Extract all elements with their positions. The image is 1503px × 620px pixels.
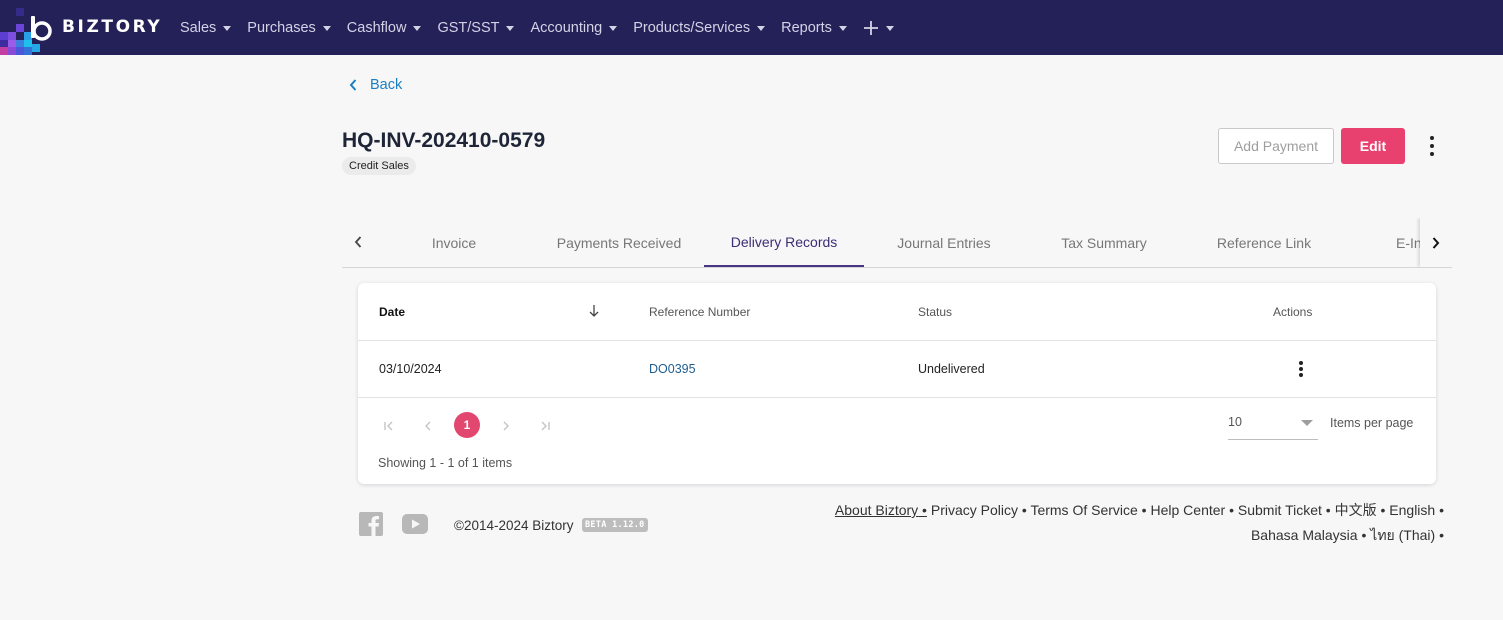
nav-label: Cashflow — [346, 19, 407, 36]
brand-name: BIZTORY — [62, 17, 163, 37]
nav-purchases[interactable]: Purchases — [239, 0, 339, 55]
document-tabs: Invoice Payments Received Delivery Recor… — [342, 218, 1452, 268]
nav-quick-add[interactable] — [855, 0, 902, 55]
row-reference-link[interactable]: DO0395 — [649, 362, 696, 376]
nav-label: GST/SST — [437, 19, 500, 36]
footer-link-privacy[interactable]: Privacy Policy — [931, 502, 1018, 518]
document-type-badge: Credit Sales — [342, 157, 416, 175]
current-page-button[interactable]: 1 — [454, 412, 480, 438]
caret-down-icon — [223, 26, 232, 31]
caret-down-icon — [609, 26, 618, 31]
delivery-records-card: Date Reference Number Status Actions 03/… — [358, 283, 1436, 484]
add-payment-button[interactable]: Add Payment — [1218, 128, 1334, 164]
row-actions-icon[interactable] — [1298, 361, 1304, 377]
caret-down-icon — [322, 26, 331, 31]
showing-items-text: Showing 1 - 1 of 1 items — [378, 456, 513, 470]
page-title: HQ-INV-202410-0579 — [342, 129, 546, 152]
chevron-left-icon — [349, 79, 357, 91]
biztory-logo[interactable]: BIZTORY — [0, 0, 170, 55]
tab-scroll-left-button[interactable] — [342, 218, 374, 266]
tab-delivery-records[interactable]: Delivery Records — [704, 218, 864, 267]
edit-button[interactable]: Edit — [1341, 128, 1405, 164]
footer-links: About Biztory • Privacy Policy • Terms O… — [834, 502, 1444, 543]
dropdown-arrow-icon — [1301, 420, 1313, 426]
youtube-icon[interactable] — [402, 514, 428, 534]
tab-journal-entries[interactable]: Journal Entries — [864, 218, 1024, 267]
footer-link-terms[interactable]: Terms Of Service — [1030, 502, 1137, 518]
chevron-left-icon — [354, 236, 362, 248]
more-options-icon[interactable] — [1424, 136, 1440, 156]
next-page-icon[interactable] — [493, 413, 519, 439]
nav-label: Sales — [180, 19, 217, 36]
caret-down-icon — [506, 26, 515, 31]
previous-page-icon[interactable] — [415, 413, 441, 439]
nav-label: Reports — [781, 19, 832, 36]
logo-mark-icon — [31, 16, 52, 41]
nav-label: Purchases — [247, 19, 316, 36]
footer-link-chinese[interactable]: 中文版 — [1335, 502, 1377, 518]
row-date: 03/10/2024 — [379, 362, 442, 376]
nav-accounting[interactable]: Accounting — [522, 0, 625, 55]
footer-link-english[interactable]: English — [1389, 502, 1435, 518]
column-reference-number: Reference Number — [649, 305, 751, 319]
chevron-right-icon — [1432, 236, 1440, 249]
footer-link-help-center[interactable]: Help Center — [1150, 502, 1225, 518]
first-page-icon[interactable] — [376, 413, 402, 439]
back-label: Back — [370, 77, 403, 93]
column-actions: Actions — [1273, 305, 1313, 319]
plus-icon — [863, 20, 878, 35]
version-badge: BETA 1.12.0 — [582, 518, 648, 532]
back-link[interactable]: Back — [348, 77, 402, 93]
page-size-select[interactable]: 10 — [1228, 414, 1318, 440]
last-page-icon[interactable] — [532, 413, 558, 439]
nav-cashflow[interactable]: Cashflow — [339, 0, 430, 55]
pagination: 1 10 Items per page Showing 1 - 1 of 1 i… — [358, 399, 1436, 484]
items-per-page-label: Items per page — [1330, 416, 1414, 430]
nav-reports[interactable]: Reports — [773, 0, 855, 55]
nav-gst-sst[interactable]: GST/SST — [429, 0, 522, 55]
tab-reference-link[interactable]: Reference Link — [1184, 218, 1344, 267]
nav-label: Accounting — [530, 19, 603, 36]
nav-sales[interactable]: Sales — [172, 0, 239, 55]
tab-tax-summary[interactable]: Tax Summary — [1024, 218, 1184, 267]
footer-link-submit-ticket[interactable]: Submit Ticket — [1238, 502, 1322, 518]
caret-down-icon — [757, 26, 766, 31]
tab-scroll-right-button[interactable] — [1420, 218, 1452, 267]
page-size-value: 10 — [1228, 415, 1242, 429]
caret-down-icon — [838, 26, 847, 31]
footer-link-thai[interactable]: ไทย (Thai) — [1370, 527, 1435, 543]
table-row: 03/10/2024 DO0395 Undelivered — [358, 341, 1436, 398]
tab-invoice[interactable]: Invoice — [374, 218, 534, 267]
nav-products-services[interactable]: Products/Services — [625, 0, 773, 55]
footer-link-about[interactable]: About Biztory • — [835, 502, 927, 518]
sort-descending-icon[interactable] — [589, 304, 599, 318]
column-date[interactable]: Date — [379, 305, 405, 319]
caret-down-icon — [413, 26, 422, 31]
footer-link-malay[interactable]: Bahasa Malaysia — [1251, 527, 1358, 543]
caret-down-icon — [885, 26, 894, 31]
tab-strip: Invoice Payments Received Delivery Recor… — [374, 218, 1420, 267]
nav-label: Products/Services — [633, 19, 751, 36]
column-status: Status — [918, 305, 953, 319]
main-menu: Sales Purchases Cashflow GST/SST Account… — [172, 0, 902, 55]
top-navbar: BIZTORY Sales Purchases Cashflow GST/SST… — [0, 0, 1503, 55]
facebook-icon[interactable] — [359, 512, 383, 536]
row-status: Undelivered — [918, 362, 985, 376]
tab-payments-received[interactable]: Payments Received — [539, 218, 699, 267]
tab-e-invoice[interactable]: E-In — [1374, 218, 1420, 267]
copyright-text: ©2014-2024 Biztory — [454, 518, 574, 533]
table-header: Date Reference Number Status Actions — [358, 283, 1436, 341]
